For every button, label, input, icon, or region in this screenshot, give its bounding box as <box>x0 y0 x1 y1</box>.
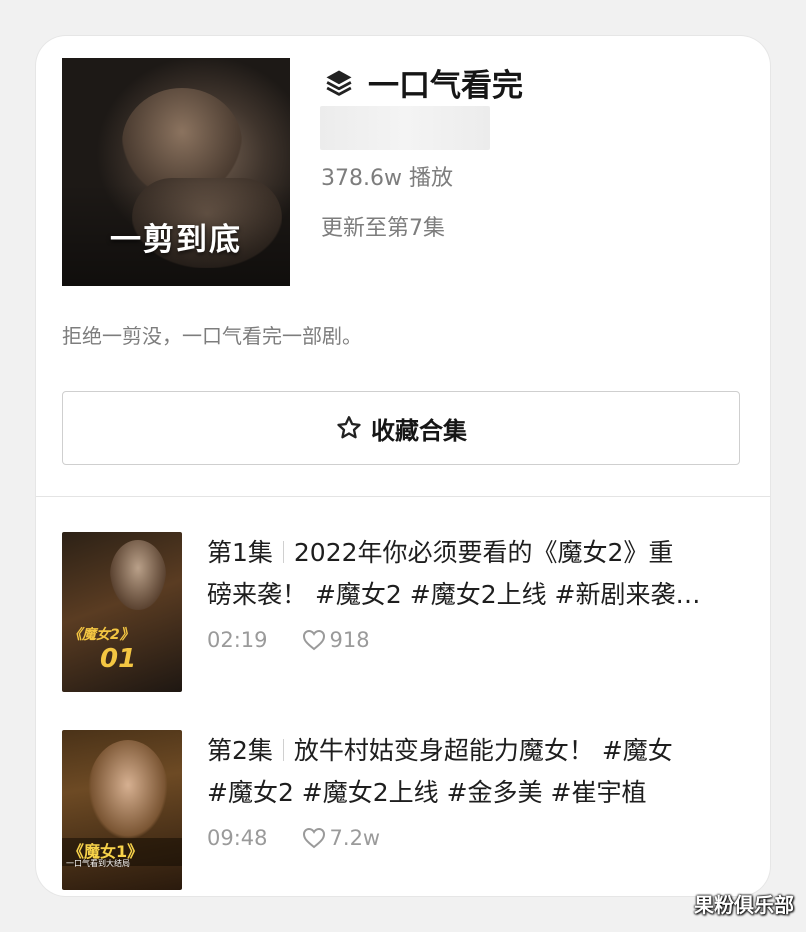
blurred-author-name <box>320 106 490 150</box>
heart-outline-icon <box>302 629 325 651</box>
episode-number: 第2集 <box>207 736 273 765</box>
collection-cover[interactable]: 一剪到底 <box>62 58 290 286</box>
like-count[interactable]: 918 <box>302 628 370 652</box>
episode-item[interactable]: 《魔女1》 一口气看到大结局 第2集 放牛村姑变身超能力魔女！ #魔女 #魔女2 … <box>62 730 752 890</box>
watermark: 果粉俱乐部 <box>694 893 794 917</box>
episode-title[interactable]: 第2集 放牛村姑变身超能力魔女！ #魔女 #魔女2 #魔女2上线 #金多美 #崔宇… <box>207 730 752 814</box>
update-status: 更新至第7集 <box>321 216 445 241</box>
star-outline-icon <box>337 416 361 439</box>
layers-icon <box>326 70 352 96</box>
thumbnail-title: 《魔女2》 <box>68 627 134 643</box>
episode-duration: 09:48 <box>207 826 268 850</box>
collection-description: 拒绝一剪没，一口气看完一部剧。 <box>62 324 362 348</box>
episode-duration: 02:19 <box>207 628 268 652</box>
collection-title: 一口气看完 <box>368 68 523 104</box>
episode-thumbnail[interactable]: 《魔女2》 01 <box>62 532 182 692</box>
episode-title[interactable]: 第1集 2022年你必须要看的《魔女2》重 磅来袭！ #魔女2 #魔女2上线 #新… <box>207 532 752 616</box>
heart-outline-icon <box>302 827 325 849</box>
collection-card: 一剪到底 一口气看完 378.6w 播放 更新至第7集 拒绝一剪没，一口气看完一… <box>36 36 770 896</box>
favorite-button-label: 收藏合集 <box>371 416 467 445</box>
cover-text: 一剪到底 <box>110 222 242 258</box>
divider <box>36 496 770 497</box>
thumbnail-subtitle: 一口气看到大结局 <box>66 859 130 868</box>
collection-title-row: 一口气看完 <box>324 60 523 105</box>
episode-number: 第1集 <box>207 538 273 567</box>
episode-meta: 09:48 7.2w <box>207 826 380 850</box>
episode-thumbnail[interactable]: 《魔女1》 一口气看到大结局 <box>62 730 182 890</box>
episode-meta: 02:19 918 <box>207 628 370 652</box>
thumbnail-episode-number: 01 <box>100 644 137 674</box>
play-count: 378.6w 播放 <box>321 166 453 191</box>
like-count[interactable]: 7.2w <box>302 826 380 850</box>
favorite-collection-button[interactable]: 收藏合集 <box>62 391 740 465</box>
episode-item[interactable]: 《魔女2》 01 第1集 2022年你必须要看的《魔女2》重 磅来袭！ #魔女2 … <box>62 532 752 692</box>
